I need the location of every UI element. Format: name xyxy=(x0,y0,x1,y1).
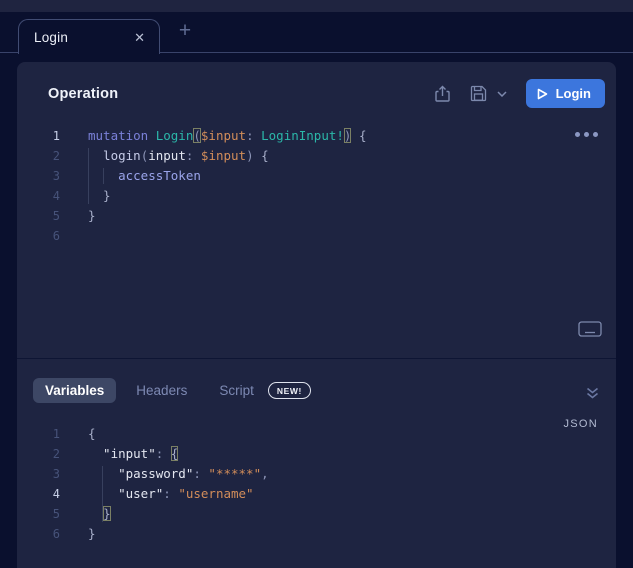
line-number: 6 xyxy=(17,524,60,544)
code-text: { xyxy=(88,424,96,444)
code-text: login(input: $input) { xyxy=(88,146,269,166)
code-line[interactable]: 2 "input": { xyxy=(17,444,616,464)
code-line[interactable]: 1{ xyxy=(17,424,616,444)
code-text: "input": { xyxy=(88,444,178,464)
line-number: 2 xyxy=(17,444,60,464)
code-line[interactable]: 6 xyxy=(17,226,616,246)
panel-divider xyxy=(17,358,616,359)
code-text: } xyxy=(88,524,96,544)
keyboard-shortcuts-icon[interactable] xyxy=(576,319,604,339)
code-text: "password": "*****", xyxy=(88,464,269,484)
script-new-badge: NEW! xyxy=(268,382,311,399)
run-button-label: Login xyxy=(556,86,591,101)
code-line[interactable]: 6} xyxy=(17,524,616,544)
code-text: mutation Login($input: LoginInput!) { xyxy=(88,126,367,146)
line-number: 4 xyxy=(17,484,60,504)
window-top-strip xyxy=(0,0,633,12)
line-number: 4 xyxy=(17,186,60,206)
bottom-tabs: Variables Headers Script NEW! xyxy=(33,378,311,403)
code-text: } xyxy=(88,504,111,524)
code-line[interactable]: 1 mutation Login($input: LoginInput!) { xyxy=(17,126,616,146)
code-text: "user": "username" xyxy=(88,484,254,504)
code-line[interactable]: 4 } xyxy=(17,186,616,206)
indent-guide xyxy=(88,148,89,204)
code-line[interactable]: 5 } xyxy=(17,504,616,524)
line-number: 1 xyxy=(17,126,60,146)
tab-variables[interactable]: Variables xyxy=(33,378,116,403)
panel-title: Operation xyxy=(48,86,118,102)
line-number: 5 xyxy=(17,206,60,226)
code-text: } xyxy=(88,206,96,226)
tab-headers[interactable]: Headers xyxy=(124,378,199,403)
operation-tab-bar: Login ✕ + xyxy=(0,12,633,53)
run-login-button[interactable]: Login xyxy=(526,79,605,108)
code-line[interactable]: 3 "password": "*****", xyxy=(17,464,616,484)
line-number: 1 xyxy=(17,424,60,444)
code-line[interactable]: 3 accessToken xyxy=(17,166,616,186)
code-text: accessToken xyxy=(88,166,201,186)
variables-editor[interactable]: 1{2 "input": {3 "password": "*****",4 "u… xyxy=(17,424,616,544)
header-actions: Login xyxy=(430,79,605,108)
line-number: 3 xyxy=(17,464,60,484)
code-text: } xyxy=(88,186,111,206)
tab-script[interactable]: Script xyxy=(207,378,258,403)
save-options-chevron-down-icon[interactable] xyxy=(494,81,510,107)
line-number: 2 xyxy=(17,146,60,166)
code-line[interactable]: 2 login(input: $input) { xyxy=(17,146,616,166)
code-line[interactable]: 4 "user": "username" xyxy=(17,484,616,504)
collapse-double-chevron-down-icon[interactable] xyxy=(583,384,602,402)
indent-guide xyxy=(102,466,103,522)
code-line[interactable]: 5} xyxy=(17,206,616,226)
line-number: 5 xyxy=(17,504,60,524)
share-icon[interactable] xyxy=(430,81,456,107)
tab-login-label: Login xyxy=(34,30,132,45)
line-number: 6 xyxy=(17,226,60,246)
operation-editor[interactable]: 1 mutation Login($input: LoginInput!) {2 … xyxy=(17,126,616,246)
play-icon xyxy=(537,88,548,100)
indent-guide xyxy=(103,168,104,184)
line-number: 3 xyxy=(17,166,60,186)
new-tab-button[interactable]: + xyxy=(172,18,198,44)
save-group xyxy=(466,81,510,107)
plus-icon: + xyxy=(179,19,191,43)
operation-panel: Operation xyxy=(17,62,616,568)
save-icon[interactable] xyxy=(466,81,492,107)
tab-login[interactable]: Login ✕ xyxy=(18,19,160,54)
close-icon[interactable]: ✕ xyxy=(132,29,147,46)
